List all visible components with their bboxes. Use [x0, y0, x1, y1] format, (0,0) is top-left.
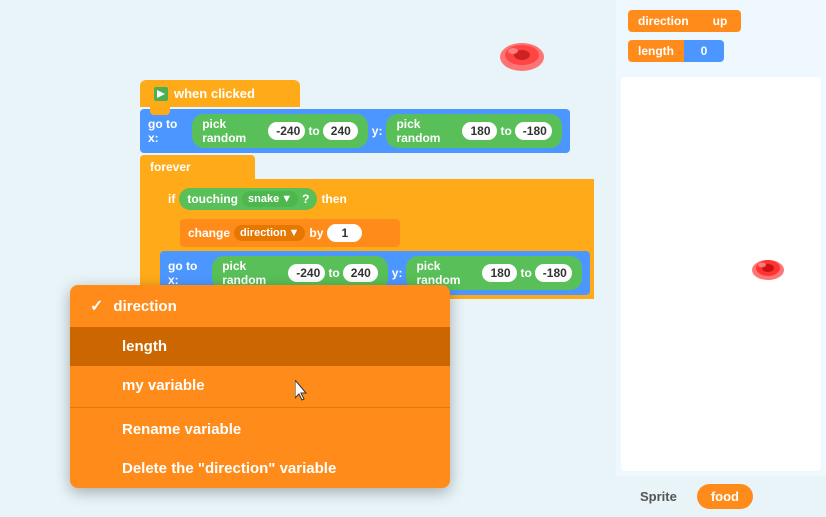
goto-label: go to x: — [148, 117, 188, 145]
stage-canvas — [621, 77, 821, 471]
direction-dropdown[interactable]: direction ▼ — [234, 225, 305, 241]
pick-random-x[interactable]: pick random -240 to 240 — [192, 114, 368, 148]
direction-monitor-value: up — [699, 10, 742, 32]
dropdown-item-rename[interactable]: Rename variable — [70, 410, 450, 449]
dropdown-delete-label: Delete the "direction" variable — [122, 460, 336, 477]
snake-dropdown[interactable]: snake ▼ — [242, 191, 298, 207]
dropdown-separator — [70, 407, 450, 408]
length-monitor-label: length — [628, 40, 684, 62]
direction-monitor-label: direction — [628, 10, 699, 32]
tab-sprite[interactable]: Sprite — [626, 484, 691, 509]
bottom-tabs: Sprite food — [616, 476, 826, 517]
forever-header: forever — [140, 155, 255, 179]
val-neg240[interactable]: -240 — [268, 122, 305, 140]
when-clicked-label: when clicked — [174, 86, 255, 101]
direction-monitor: direction up — [628, 10, 814, 32]
stage-area: direction up length 0 Sprite food — [616, 0, 826, 517]
touching-block[interactable]: touching snake ▼ ? — [179, 188, 317, 210]
val-240[interactable]: 240 — [323, 122, 358, 140]
monitors: direction up length 0 — [616, 0, 826, 72]
flag-icon — [154, 87, 168, 101]
change-block[interactable]: change direction ▼ by 1 — [180, 219, 400, 247]
variable-dropdown-menu[interactable]: ✓ direction length my variable Rename va… — [70, 285, 450, 488]
code-area: when clicked go to x: pick random -240 t… — [0, 0, 620, 517]
food-sprite-code — [495, 35, 550, 85]
goto2-label: go to x: — [168, 259, 208, 287]
dropdown-length-label: length — [122, 338, 167, 355]
dropdown-item-length[interactable]: length — [70, 327, 450, 366]
dropdown-item-direction[interactable]: ✓ direction — [70, 285, 450, 327]
snake-sprite-stage — [750, 254, 786, 287]
y-label: y: — [372, 124, 383, 138]
dropdown-my-variable-label: my variable — [122, 377, 205, 394]
forever-content: if touching snake ▼ ? then change — [140, 179, 594, 299]
val-180[interactable]: 180 — [462, 122, 497, 140]
when-clicked-block[interactable]: when clicked — [140, 80, 300, 107]
pick-random-y[interactable]: pick random 180 to -180 — [386, 114, 562, 148]
length-monitor: length 0 — [628, 40, 814, 62]
by-value[interactable]: 1 — [327, 224, 362, 242]
tab-food[interactable]: food — [697, 484, 753, 509]
dropdown-direction-label: direction — [113, 298, 176, 315]
check-icon: ✓ — [90, 296, 103, 316]
dropdown-item-delete[interactable]: Delete the "direction" variable — [70, 449, 450, 488]
length-monitor-value: 0 — [684, 40, 724, 62]
val-neg180[interactable]: -180 — [515, 122, 552, 140]
blocks-container: when clicked go to x: pick random -240 t… — [140, 80, 594, 313]
if-block[interactable]: if touching snake ▼ ? then — [160, 183, 440, 215]
dropdown-rename-label: Rename variable — [122, 421, 241, 438]
goto-block-1[interactable]: go to x: pick random -240 to 240 y: pick… — [140, 109, 570, 153]
dropdown-item-my-variable[interactable]: my variable — [70, 366, 450, 405]
